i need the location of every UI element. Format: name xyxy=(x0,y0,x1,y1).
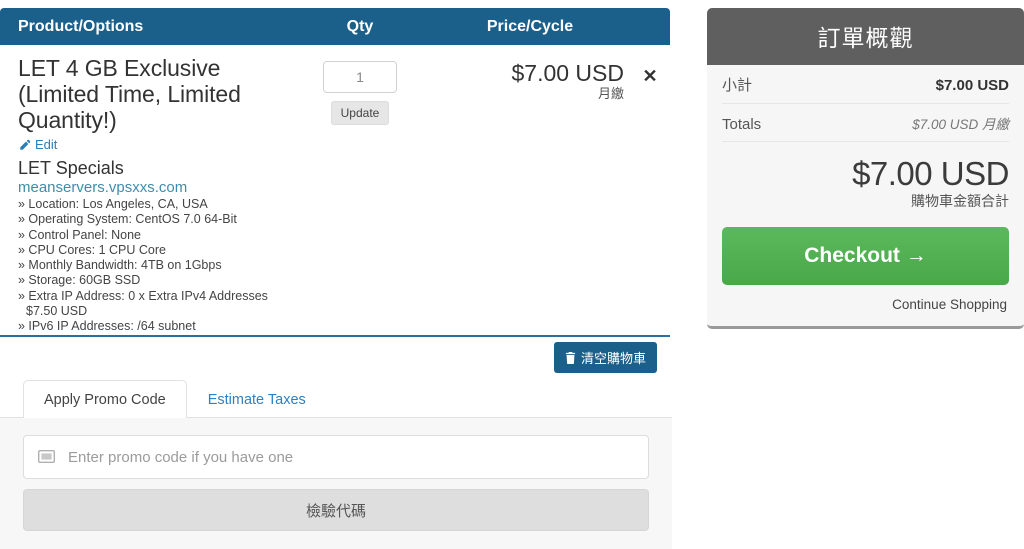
promo-tabs: Apply Promo Code Estimate Taxes xyxy=(0,374,672,418)
promo-input-wrap xyxy=(23,435,649,479)
cart-item-qty-cell: Update xyxy=(290,55,430,335)
product-option: » Storage: 60GB SSD xyxy=(18,273,141,288)
tab-apply-promo-code[interactable]: Apply Promo Code xyxy=(23,380,187,418)
item-price-cycle: 月繳 xyxy=(597,86,624,101)
promo-panel: Apply Promo Code Estimate Taxes 檢驗代碼 xyxy=(0,374,672,549)
product-options-list: » Location: Los Angeles, CA, USA » Opera… xyxy=(18,197,290,335)
grand-total-block: $7.00 USD 購物車金額合計 xyxy=(722,142,1009,214)
quantity-input[interactable] xyxy=(323,61,397,93)
product-domain: meanservers.vpsxxs.com xyxy=(18,179,188,196)
cart-item-row: LET 4 GB Exclusive (Limited Time, Limite… xyxy=(0,45,670,337)
summary-row-subtotal: 小計 $7.00 USD xyxy=(722,65,1009,104)
column-header-qty: Qty xyxy=(346,17,374,35)
column-header-price: Price/Cycle xyxy=(486,17,574,35)
subtotal-label: 小計 xyxy=(722,77,753,94)
totals-value: $7.00 USD 月繳 xyxy=(912,117,1009,132)
tab-estimate-taxes[interactable]: Estimate Taxes xyxy=(187,380,327,418)
promo-code-input[interactable] xyxy=(23,435,649,479)
checkout-button[interactable]: Checkout → xyxy=(722,227,1009,285)
cart-table-header-row: Product/Options Qty Price/Cycle xyxy=(0,8,670,45)
product-option: » CPU Cores: 1 CPU Core xyxy=(18,242,166,257)
trash-icon xyxy=(565,351,576,364)
promo-body: 檢驗代碼 xyxy=(0,418,672,549)
grand-total-label: 購物車金額合計 xyxy=(911,193,1009,209)
product-config-group: LET Specials xyxy=(18,158,124,178)
order-summary-title: 訂單概觀 xyxy=(707,8,1024,65)
edit-product-link[interactable]: Edit xyxy=(18,137,57,152)
validate-promo-code-button[interactable]: 檢驗代碼 xyxy=(23,489,649,531)
cart-item-price-cell: $7.00 USD 月繳 xyxy=(430,55,630,335)
order-summary-panel: 訂單概觀 小計 $7.00 USD Totals $7.00 USD 月繳 $7… xyxy=(707,8,1024,329)
continue-shopping-link[interactable]: Continue Shopping xyxy=(722,297,1009,312)
order-summary-body: 小計 $7.00 USD Totals $7.00 USD 月繳 $7.00 U… xyxy=(707,65,1024,326)
cart-column: Product/Options Qty Price/Cycle LET 4 GB… xyxy=(0,0,680,549)
clear-cart-label: 清空購物車 xyxy=(580,351,646,366)
product-option: » Control Panel: None xyxy=(18,227,141,242)
remove-item-close-icon[interactable]: ✕ xyxy=(642,67,657,85)
update-quantity-button[interactable]: Update xyxy=(330,101,390,125)
column-header-product: Product/Options xyxy=(18,17,144,35)
product-option: » Operating System: CentOS 7.0 64-Bit xyxy=(18,212,237,227)
summary-row-totals: Totals $7.00 USD 月繳 xyxy=(722,104,1009,142)
cart-table: Product/Options Qty Price/Cycle LET 4 GB… xyxy=(0,8,670,337)
product-option: » Location: Los Angeles, CA, USA xyxy=(18,197,208,211)
product-option: » IPv6 IP Addresses: /64 subnet xyxy=(18,319,196,334)
product-option: » Monthly Bandwidth: 4TB on 1Gbps xyxy=(18,258,222,273)
grand-total-amount: $7.00 USD xyxy=(852,155,1009,192)
item-price-amount: $7.00 USD xyxy=(511,60,624,86)
cart-item-remove-cell: ✕ xyxy=(630,55,670,335)
subtotal-value: $7.00 USD xyxy=(935,77,1009,94)
product-option: » Extra IP Address: 0 x Extra IPv4 Addre… xyxy=(18,288,268,319)
totals-label: Totals xyxy=(722,116,762,133)
clear-cart-button[interactable]: 清空購物車 xyxy=(553,342,657,373)
cart-item-product-cell: LET 4 GB Exclusive (Limited Time, Limite… xyxy=(0,55,290,335)
product-title: LET 4 GB Exclusive (Limited Time, Limite… xyxy=(18,55,241,133)
edit-product-label: Edit xyxy=(35,137,58,152)
pencil-icon xyxy=(18,139,31,152)
